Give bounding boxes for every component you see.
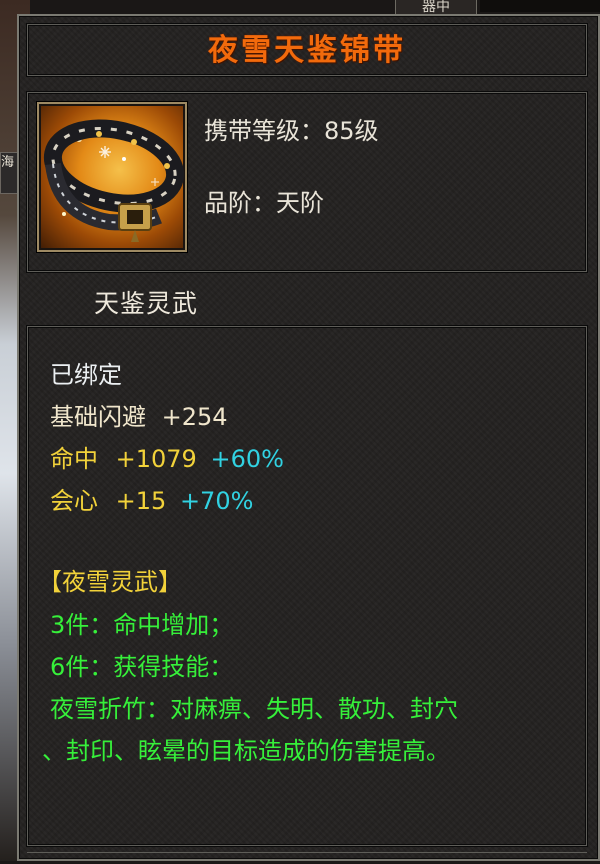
stats-panel: 已绑定 基础闪避 +254 命中 +1079 +60% 会心 +15 +70% … [27, 326, 587, 846]
stat-hit-bonus: +60% [210, 445, 284, 473]
stat-crit-value: +15 [115, 487, 167, 515]
stat-hit: 命中 +1079 +60% [50, 439, 284, 474]
item-name: 夜雪天鉴锦带 [208, 33, 406, 68]
set-skill-line-2: 、封印、眩晕的目标造成的伤害提高。 [42, 737, 450, 765]
set-bonus-3: 3件：命中增加； [50, 611, 234, 639]
set-bonus-6: 6件：获得技能： [50, 653, 234, 681]
stat-dodge: 基础闪避 +254 [50, 397, 228, 432]
stat-crit-bonus: +70% [179, 487, 254, 515]
stat-dodge-value: +254 [161, 403, 228, 431]
title-panel: 夜雪天鉴锦带 [27, 24, 587, 76]
stat-crit-label: 会心 [50, 487, 98, 515]
background-window-tab: 器中 [395, 0, 477, 15]
belt-icon[interactable] [37, 102, 187, 252]
item-tooltip: 夜雪天鉴锦带 携带等级：85级 品阶：天阶 天鉴灵武 已绑定 基础闪避 +254… [17, 14, 600, 861]
stat-dodge-label: 基础闪避 [50, 403, 146, 431]
item-info-panel: 携带等级：85级 品阶：天阶 [27, 92, 587, 272]
stat-hit-label: 命中 [50, 445, 98, 473]
item-series: 天鉴灵武 [94, 289, 199, 318]
grade-text: 品阶：天阶 [204, 189, 324, 217]
background-strip [480, 0, 600, 12]
bound-status: 已绑定 [50, 361, 122, 389]
stat-crit: 会心 +15 +70% [50, 481, 253, 516]
bottom-divider [27, 852, 587, 864]
stat-hit-value: +1079 [115, 445, 197, 473]
set-name: 【夜雪灵武】 [38, 568, 182, 596]
set-skill-line-1: 夜雪折竹：对麻痹、失明、散功、封穴 [50, 695, 458, 723]
carry-level-text: 携带等级：85级 [204, 117, 379, 145]
